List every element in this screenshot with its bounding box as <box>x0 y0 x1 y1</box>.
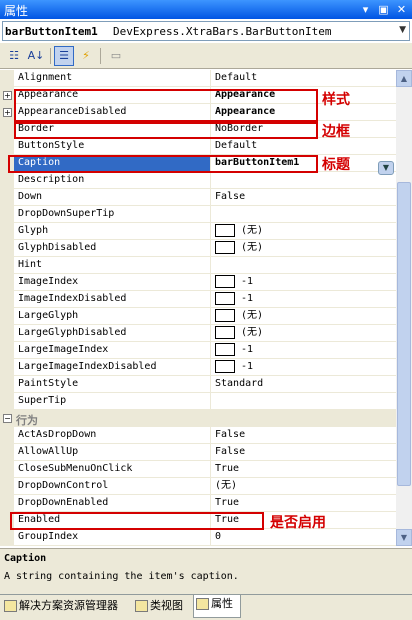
property-row[interactable]: Down False <box>0 189 396 206</box>
annotation-box-style <box>14 89 318 122</box>
image-swatch <box>215 291 235 305</box>
expand-icon[interactable]: + <box>3 108 12 117</box>
annotation-label-caption: 标题 <box>322 157 350 173</box>
image-swatch <box>215 325 235 339</box>
property-row[interactable]: LargeGlyph (无) <box>0 308 396 325</box>
property-row[interactable]: LargeGlyphDisabled (无) <box>0 325 396 342</box>
chevron-down-icon[interactable]: ▼ <box>399 25 406 35</box>
scroll-thumb[interactable] <box>397 182 411 486</box>
property-row[interactable]: ActAsDropDown False <box>0 427 396 444</box>
categorized-icon[interactable]: ☷ <box>4 46 24 66</box>
annotation-box-caption <box>8 155 318 173</box>
toolbar-divider <box>100 48 101 64</box>
property-row[interactable]: DropDownEnabled True <box>0 495 396 512</box>
image-swatch <box>215 359 235 373</box>
vertical-scrollbar[interactable]: ▲ ▼ <box>396 70 412 546</box>
property-row[interactable]: LargeImageIndexDisabled -1 <box>0 359 396 376</box>
toolbar-divider <box>50 48 51 64</box>
annotation-label-style: 样式 <box>322 92 350 108</box>
property-row[interactable]: SuperTip <box>0 393 396 410</box>
dropdown-icon[interactable]: ▾ <box>358 2 373 17</box>
property-grid: Alignment Default + Appearance Appearance +… <box>0 70 396 546</box>
annotation-label-enabled: 是否启用 <box>270 515 326 531</box>
property-row[interactable]: Hint <box>0 257 396 274</box>
property-row[interactable]: ImageIndexDisabled -1 <box>0 291 396 308</box>
image-swatch <box>215 274 235 288</box>
property-row[interactable]: ImageIndex -1 <box>0 274 396 291</box>
tab-properties[interactable]: 属性 <box>193 595 241 618</box>
description-text: A string containing the item's caption. <box>4 571 239 582</box>
value-dropdown-button[interactable]: ▼ <box>378 161 394 175</box>
property-row[interactable]: Alignment Default <box>0 70 396 87</box>
annotation-label-border: 边框 <box>322 124 350 140</box>
property-row[interactable]: LargeImageIndex -1 <box>0 342 396 359</box>
property-row[interactable]: CloseSubMenuOnClick True <box>0 461 396 478</box>
tab-solution-explorer[interactable]: 解决方案资源管理器 <box>2 597 132 617</box>
properties-tab-icon <box>196 598 209 610</box>
scroll-up-icon[interactable]: ▲ <box>396 70 412 87</box>
property-row[interactable]: GlyphDisabled (无) <box>0 240 396 257</box>
property-row[interactable]: DropDownControl (无) <box>0 478 396 495</box>
property-pages-icon[interactable]: ▭ <box>106 46 126 66</box>
close-icon[interactable]: ✕ <box>394 2 409 17</box>
expand-icon[interactable]: + <box>3 91 12 100</box>
object-name: barButtonItem1 <box>5 25 98 38</box>
class-view-icon <box>135 600 148 612</box>
events-icon[interactable]: ⚡ <box>76 46 96 66</box>
property-row[interactable]: DropDownSuperTip <box>0 206 396 223</box>
property-row[interactable]: Description <box>0 172 396 189</box>
image-swatch <box>215 342 235 356</box>
object-type: DevExpress.XtraBars.BarButtonItem <box>113 25 332 38</box>
alphabetical-icon[interactable]: A↓ <box>26 46 46 66</box>
property-row[interactable]: GroupIndex 0 <box>0 529 396 546</box>
bottom-tab-strip: 解决方案资源管理器 类视图 属性 <box>0 594 412 620</box>
image-swatch <box>215 223 235 237</box>
tab-class-view[interactable]: 类视图 <box>133 597 191 617</box>
object-selector[interactable]: barButtonItem1 DevExpress.XtraBars.BarBu… <box>2 21 410 41</box>
properties-icon[interactable]: ☰ <box>54 46 74 66</box>
scroll-down-icon[interactable]: ▼ <box>396 529 412 546</box>
image-swatch <box>215 308 235 322</box>
category-header[interactable]: − 行为 <box>0 410 396 427</box>
category-label: 行为 <box>16 414 38 427</box>
annotation-box-border <box>14 122 318 139</box>
description-panel: Caption A string containing the item's c… <box>0 548 412 594</box>
pin-icon[interactable]: ▣ <box>376 2 391 17</box>
property-row[interactable]: Glyph (无) <box>0 223 396 240</box>
collapse-icon[interactable]: − <box>3 414 12 423</box>
solution-explorer-icon <box>4 600 17 612</box>
annotation-box-enabled <box>10 512 264 530</box>
property-row[interactable]: AllowAllUp False <box>0 444 396 461</box>
window-title: 属性 <box>4 4 29 18</box>
toolbar: ☷ A↓ ☰ ⚡ ▭ <box>0 43 412 69</box>
property-row[interactable]: PaintStyle Standard <box>0 376 396 393</box>
description-title: Caption <box>4 553 47 564</box>
image-swatch <box>215 240 235 254</box>
title-bar: 属性 ▾ ▣ ✕ <box>0 0 412 19</box>
